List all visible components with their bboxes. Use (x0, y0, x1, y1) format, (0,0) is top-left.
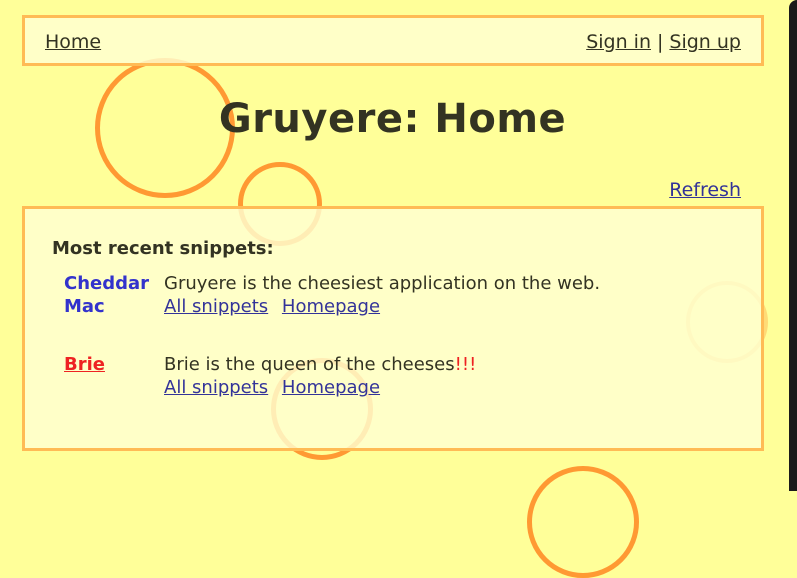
snippet-text-main: Gruyere is the cheesiest application on … (164, 273, 601, 294)
snippets-panel: Most recent snippets: Cheddar Mac Gruyer… (22, 206, 764, 451)
page-title: Gruyere: Home (218, 96, 567, 142)
decorative-bubble (527, 466, 639, 578)
refresh-link[interactable]: Refresh (669, 179, 741, 201)
menu-separator: | (657, 31, 664, 53)
homepage-link[interactable]: Homepage (282, 377, 380, 398)
menu-bar: Home Sign in | Sign up (22, 15, 764, 66)
snippet-author-link[interactable]: Brie (64, 353, 159, 376)
snippet-links: All snippets Homepage (164, 295, 600, 318)
author-name-line: Mac (64, 296, 105, 317)
snippet-emphasis: !!! (454, 354, 477, 375)
snippet-text-main: Brie is the queen of the cheeses (164, 354, 455, 375)
snippet-body: Gruyere is the cheesiest application on … (164, 272, 600, 318)
section-title: Most recent snippets: (52, 238, 274, 259)
menu-right: Sign in | Sign up (586, 31, 741, 53)
menu-left: Home (45, 31, 101, 53)
all-snippets-link[interactable]: All snippets (164, 377, 268, 398)
author-name-line: Cheddar (64, 273, 150, 294)
snippet-links: All snippets Homepage (164, 376, 476, 399)
sign-in-link[interactable]: Sign in (586, 31, 651, 53)
snippet-body: Brie is the queen of the cheeses!!! All … (164, 353, 476, 399)
homepage-link[interactable]: Homepage (282, 296, 380, 317)
snippet-text: Gruyere is the cheesiest application on … (164, 272, 600, 295)
all-snippets-link[interactable]: All snippets (164, 296, 268, 317)
snippet-author: Cheddar Mac (64, 272, 159, 318)
home-link[interactable]: Home (45, 31, 101, 53)
snippet-text: Brie is the queen of the cheeses!!! (164, 353, 476, 376)
sign-up-link[interactable]: Sign up (669, 31, 741, 53)
window-edge (789, 0, 797, 491)
